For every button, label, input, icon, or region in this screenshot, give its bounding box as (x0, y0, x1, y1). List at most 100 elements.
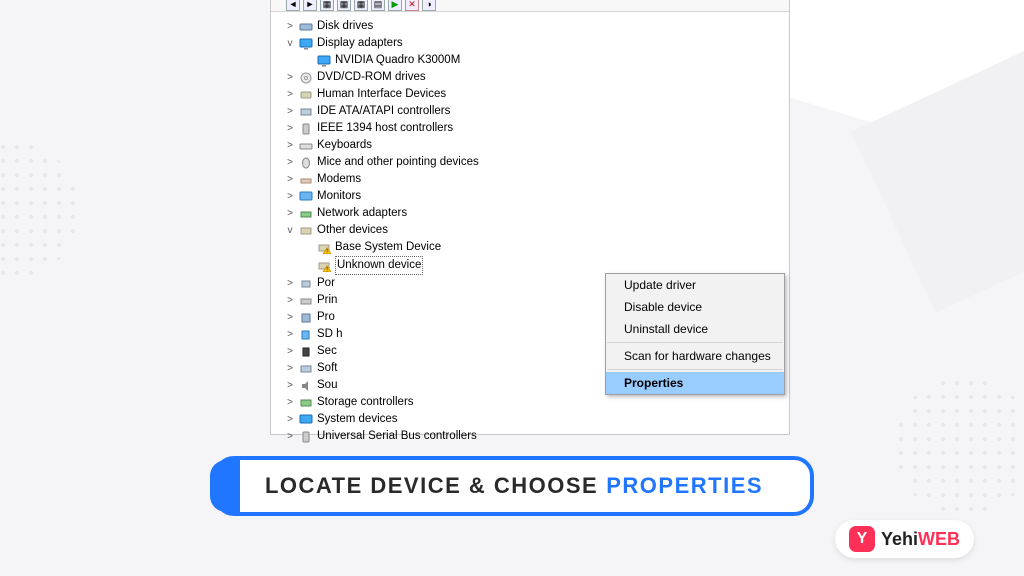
tree-label: Display adapters (317, 35, 403, 52)
tree-item-other[interactable]: v Other devices (285, 222, 785, 239)
tree-label: Por (317, 275, 335, 292)
controller-icon (299, 106, 313, 118)
scan-hardware-button[interactable]: ▶ (388, 0, 402, 11)
chevron-right-icon[interactable]: > (285, 377, 295, 394)
tree-item-display-adapters[interactable]: v Display adapters (285, 35, 785, 52)
display-icon (299, 38, 313, 50)
toolbar: ◄ ► ▦ ▦ ▦ ▤ ▶ ✕ ◑ (271, 0, 789, 12)
sound-icon (299, 380, 313, 392)
keyboard-icon (299, 140, 313, 152)
tree-item-network[interactable]: > Network adapters (285, 205, 785, 222)
tree-label: Network adapters (317, 205, 407, 222)
chevron-right-icon[interactable]: > (285, 292, 295, 309)
toolbar-icon[interactable]: ▤ (371, 0, 385, 11)
device-manager-window: ◄ ► ▦ ▦ ▦ ▤ ▶ ✕ ◑ >Disk drives v Display … (270, 0, 790, 435)
chevron-right-icon[interactable]: > (285, 86, 295, 103)
menu-item-update-driver[interactable]: Update driver (606, 274, 784, 296)
chevron-right-icon[interactable]: > (285, 326, 295, 343)
toolbar-icon[interactable]: ▦ (354, 0, 368, 11)
display-icon (317, 55, 331, 67)
usb-icon (299, 431, 313, 443)
chevron-right-icon[interactable]: > (285, 343, 295, 360)
stop-button[interactable]: ◑ (422, 0, 436, 11)
toolbar-icon[interactable]: ▦ (320, 0, 334, 11)
tree-item-dvd[interactable]: > DVD/CD-ROM drives (285, 69, 785, 86)
chevron-right-icon[interactable]: > (285, 275, 295, 292)
chevron-down-icon[interactable]: v (285, 222, 295, 239)
tree-item-modems[interactable]: > Modems (285, 171, 785, 188)
caption-tab-accent (210, 460, 240, 512)
chevron-right-icon[interactable]: > (285, 360, 295, 377)
chevron-right-icon[interactable]: > (285, 120, 295, 137)
context-menu: Update driver Disable device Uninstall d… (605, 273, 785, 395)
tree-item-usb[interactable]: >Universal Serial Bus controllers (285, 428, 785, 445)
chevron-right-icon[interactable]: > (285, 309, 295, 326)
chevron-right-icon[interactable]: > (285, 154, 295, 171)
mouse-icon (299, 157, 313, 169)
back-button[interactable]: ◄ (286, 0, 300, 11)
tree-item-mice[interactable]: > Mice and other pointing devices (285, 154, 785, 171)
menu-separator (607, 369, 783, 370)
chevron-down-icon[interactable]: v (285, 35, 295, 52)
tree-label: Prin (317, 292, 337, 309)
storage-icon (299, 397, 313, 409)
menu-item-disable-device[interactable]: Disable device (606, 296, 784, 318)
cpu-icon (299, 312, 313, 324)
brand-logo: Y YehiWEB (835, 520, 974, 558)
chevron-right-icon[interactable]: > (285, 137, 295, 154)
bg-dots-left (0, 140, 80, 280)
tree-item-disk-drives[interactable]: >Disk drives (285, 18, 785, 35)
tree-label: Mice and other pointing devices (317, 154, 479, 171)
tree-item-ieee[interactable]: > IEEE 1394 host controllers (285, 120, 785, 137)
chevron-right-icon[interactable]: > (285, 394, 295, 411)
tree-label: Modems (317, 171, 361, 188)
chevron-right-icon[interactable]: > (285, 205, 295, 222)
chevron-right-icon[interactable]: > (285, 411, 295, 428)
tree-label: IEEE 1394 host controllers (317, 120, 453, 137)
tree-label-selected: Unknown device (335, 256, 423, 275)
chevron-right-icon[interactable]: > (285, 171, 295, 188)
tree-label: IDE ATA/ATAPI controllers (317, 103, 450, 120)
tree-item-ide[interactable]: > IDE ATA/ATAPI controllers (285, 103, 785, 120)
tree-label: NVIDIA Quadro K3000M (335, 52, 460, 69)
tree-label: Monitors (317, 188, 361, 205)
monitor-icon (299, 191, 313, 203)
other-icon (299, 225, 313, 237)
disc-icon (299, 72, 313, 84)
caption-main: LOCATE DEVICE & CHOOSE (265, 473, 598, 499)
tree-item-system[interactable]: >System devices (285, 411, 785, 428)
chevron-right-icon[interactable]: > (285, 69, 295, 86)
logo-brand: Yehi (881, 529, 918, 549)
chevron-right-icon[interactable]: > (285, 18, 295, 35)
chevron-right-icon[interactable]: > (285, 103, 295, 120)
tree-label: Sou (317, 377, 337, 394)
port-icon (299, 278, 313, 290)
printer-icon (299, 295, 313, 307)
tree-item-keyboards[interactable]: >Keyboards (285, 137, 785, 154)
system-icon (299, 414, 313, 426)
chevron-right-icon[interactable]: > (285, 428, 295, 445)
menu-item-properties[interactable]: Properties (606, 372, 784, 394)
tree-label: Sec (317, 343, 337, 360)
tree-label: Soft (317, 360, 337, 377)
tree-label: DVD/CD-ROM drives (317, 69, 426, 86)
tree-label: Other devices (317, 222, 388, 239)
menu-item-uninstall-device[interactable]: Uninstall device (606, 318, 784, 340)
menu-item-scan-hardware[interactable]: Scan for hardware changes (606, 345, 784, 367)
tree-item-base-system[interactable]: !Base System Device (285, 239, 785, 256)
security-icon (299, 346, 313, 358)
network-icon (299, 208, 313, 220)
warning-device-icon: ! (317, 260, 331, 272)
drive-icon (299, 21, 313, 33)
tree-item-monitors[interactable]: > Monitors (285, 188, 785, 205)
menu-separator (607, 342, 783, 343)
firewire-icon (299, 123, 313, 135)
tree-item-storage[interactable]: >Storage controllers (285, 394, 785, 411)
toolbar-icon[interactable]: ▦ (337, 0, 351, 11)
tree-item-hid[interactable]: >Human Interface Devices (285, 86, 785, 103)
forward-button[interactable]: ► (303, 0, 317, 11)
tree-item-nvidia[interactable]: NVIDIA Quadro K3000M (285, 52, 785, 69)
chevron-right-icon[interactable]: > (285, 188, 295, 205)
delete-button[interactable]: ✕ (405, 0, 419, 11)
tree-label: Pro (317, 309, 335, 326)
